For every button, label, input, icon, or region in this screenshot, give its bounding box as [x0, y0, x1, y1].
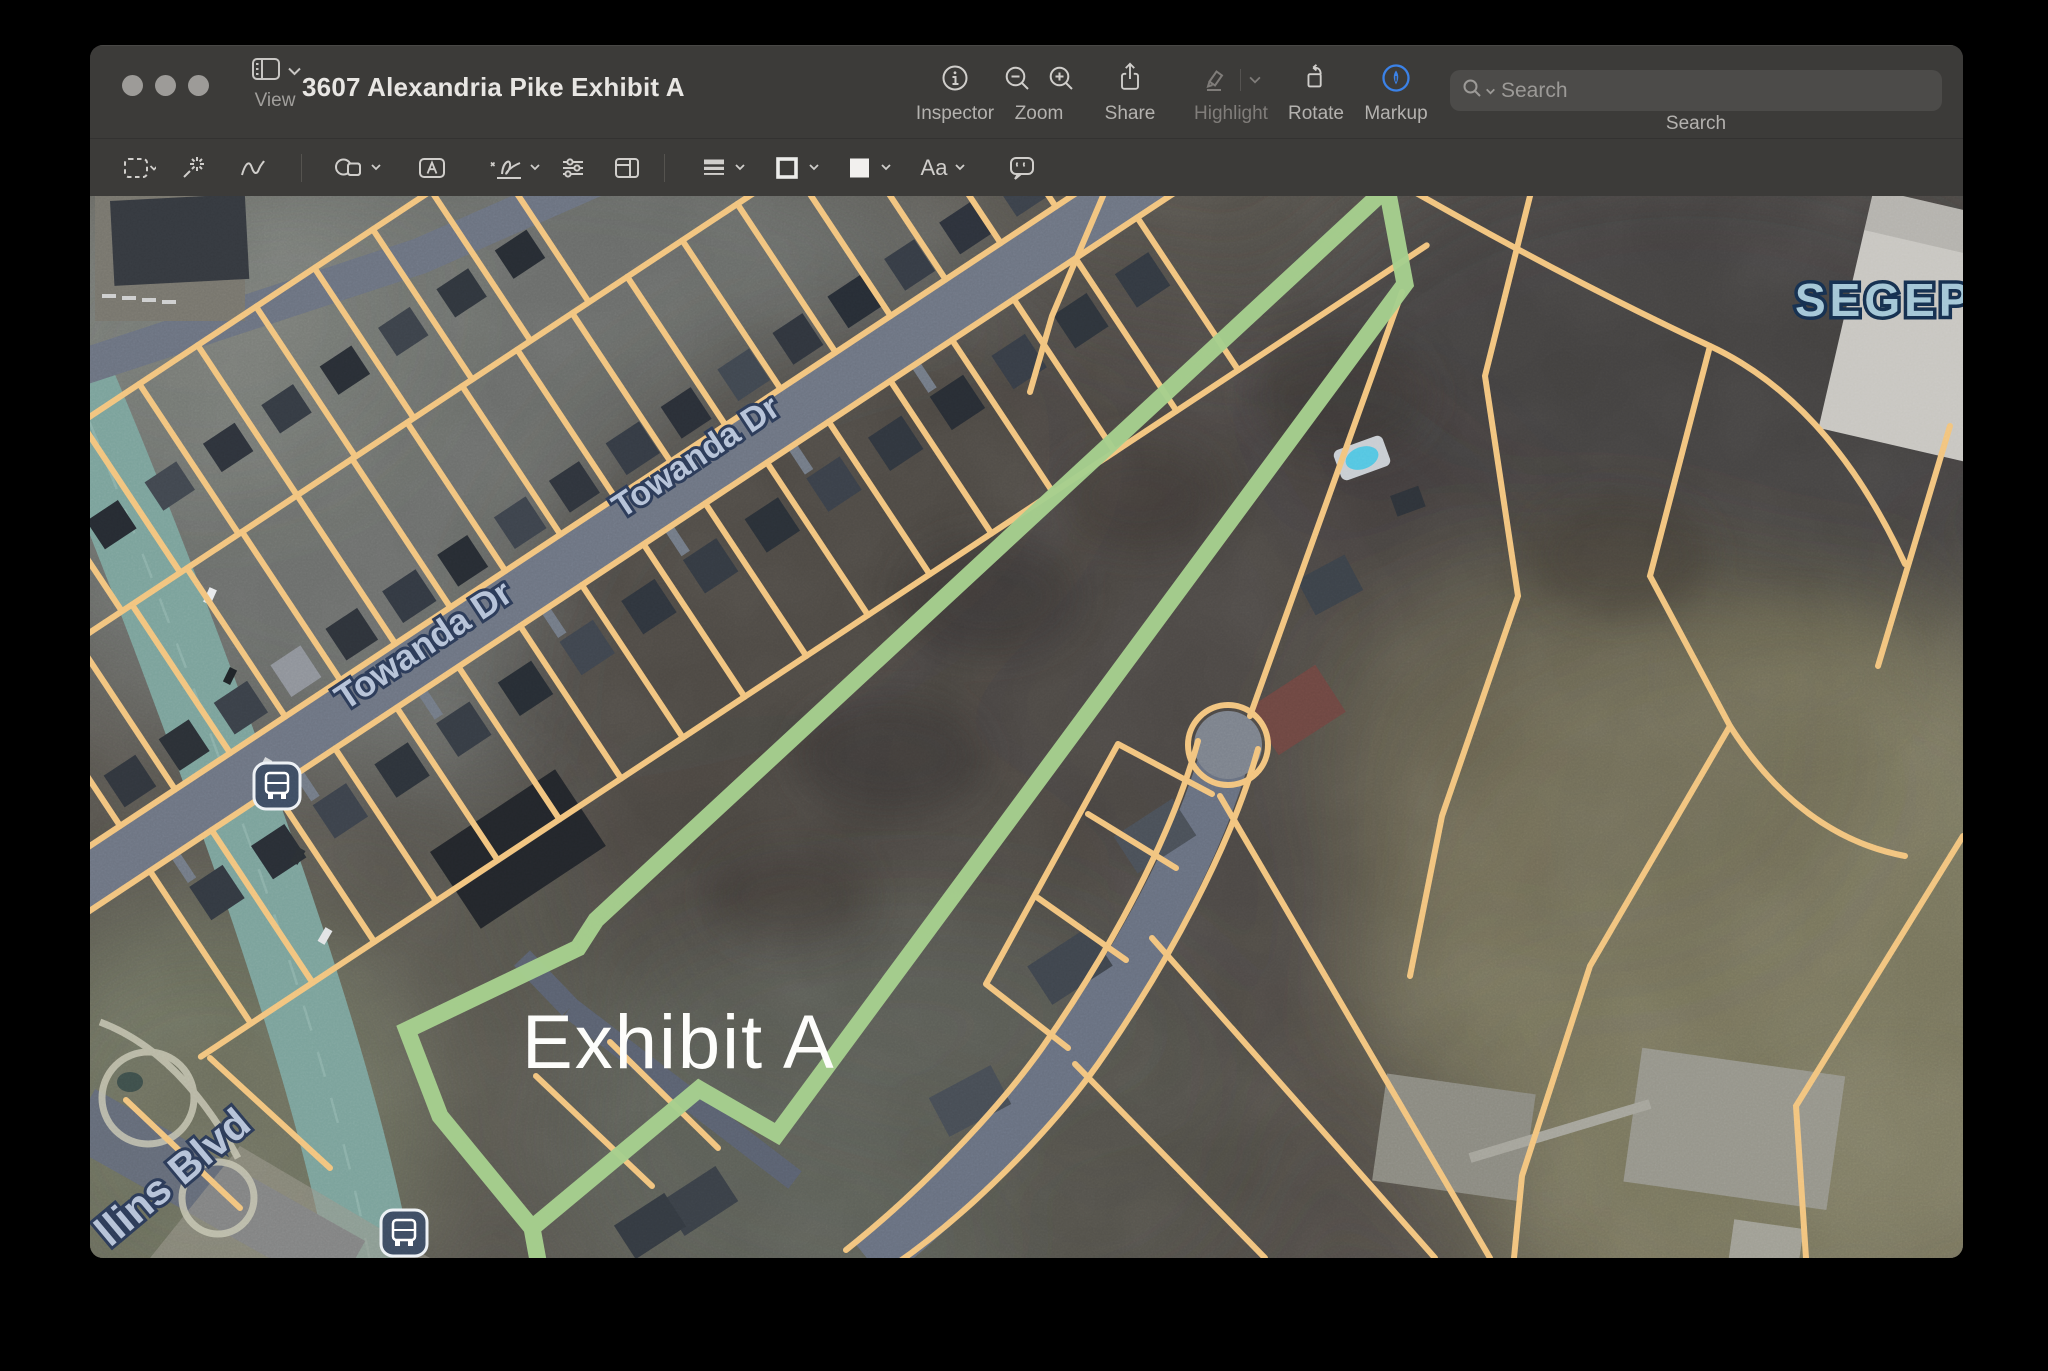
- adjust-tool-button[interactable]: [556, 151, 590, 185]
- annotation-comment-button[interactable]: [1005, 151, 1039, 185]
- title-bar: View 3607 Alexandria Pike Exhibit A Insp…: [90, 45, 1963, 138]
- markup-toolbar: Aa: [90, 138, 1963, 196]
- text-style-button[interactable]: Aa: [914, 151, 978, 185]
- window-title: 3607 Alexandria Pike Exhibit A: [302, 72, 685, 103]
- highlight-divider: [1240, 69, 1241, 91]
- zoom-label: Zoom: [988, 103, 1090, 125]
- search-field[interactable]: [1450, 70, 1942, 111]
- close-button[interactable]: [122, 75, 143, 96]
- crop-tool-button[interactable]: [610, 151, 644, 185]
- markup-button[interactable]: Markup: [1351, 58, 1441, 125]
- document-canvas: Towanda Dr Towanda Dr llins Blvd SEGEPO: [90, 196, 1963, 1258]
- zoom-in-icon[interactable]: [1046, 63, 1076, 98]
- chevron-down-icon: [288, 63, 301, 81]
- sign-tool-button[interactable]: [486, 151, 542, 185]
- markup-pen-icon: [1380, 62, 1412, 99]
- search-icon[interactable]: [1462, 78, 1482, 103]
- highlight-menu-chevron[interactable]: [1249, 71, 1261, 89]
- toolbar-divider: [301, 154, 302, 182]
- share-icon: [1115, 62, 1145, 99]
- fill-color-button[interactable]: [840, 151, 900, 185]
- rotate-button[interactable]: Rotate: [1271, 58, 1361, 125]
- instant-alpha-tool-button[interactable]: [176, 151, 210, 185]
- markup-label: Markup: [1351, 103, 1441, 125]
- border-color-button[interactable]: [768, 151, 828, 185]
- photo-grain: [90, 196, 1963, 1258]
- search-scope-chevron[interactable]: [1486, 82, 1495, 100]
- exhibit-a-text-annotation[interactable]: Exhibit A: [522, 1000, 836, 1085]
- zoom-buttons: Zoom: [988, 58, 1090, 125]
- sketch-tool-button[interactable]: [236, 151, 270, 185]
- search-area: Search: [1450, 70, 1942, 135]
- rotate-label: Rotate: [1271, 103, 1361, 125]
- fullscreen-button[interactable]: [188, 75, 209, 96]
- minimize-button[interactable]: [155, 75, 176, 96]
- text-style-aa: Aa: [921, 155, 948, 181]
- traffic-lights: [122, 75, 209, 96]
- share-button[interactable]: Share: [1085, 58, 1175, 125]
- line-weight-button[interactable]: [694, 151, 754, 185]
- toolbar-divider: [664, 154, 665, 182]
- sidebar-icon: [250, 56, 282, 87]
- text-tool-button[interactable]: [415, 151, 449, 185]
- share-label: Share: [1085, 103, 1175, 125]
- search-input[interactable]: [1499, 78, 1930, 104]
- zoom-out-icon[interactable]: [1002, 63, 1032, 98]
- preview-window: View 3607 Alexandria Pike Exhibit A Insp…: [90, 45, 1963, 1258]
- search-label: Search: [1450, 113, 1942, 135]
- shapes-tool-button[interactable]: [328, 151, 386, 185]
- highlighter-icon: [1202, 63, 1232, 98]
- info-icon: [940, 63, 970, 98]
- desktop: View 3607 Alexandria Pike Exhibit A Insp…: [0, 0, 2048, 1371]
- rotate-icon: [1300, 62, 1332, 99]
- aerial-map-image: Towanda Dr Towanda Dr llins Blvd SEGEPO: [90, 196, 1963, 1258]
- selection-tool-button[interactable]: [108, 151, 170, 185]
